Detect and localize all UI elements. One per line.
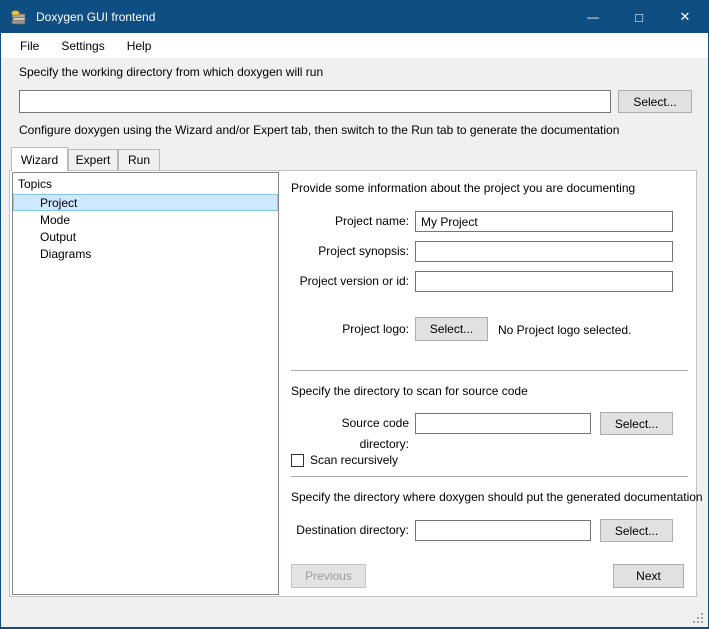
previous-button[interactable]: Previous (291, 564, 366, 588)
working-directory-input[interactable] (19, 90, 611, 113)
scan-recursively-checkbox[interactable] (291, 454, 304, 467)
resize-grip-icon[interactable] (692, 612, 704, 624)
topic-item-project[interactable]: Project (13, 194, 278, 211)
destination-directory-label: Destination directory: (291, 520, 409, 541)
working-directory-label: Specify the working directory from which… (19, 65, 323, 79)
configure-hint-label: Configure doxygen using the Wizard and/o… (19, 123, 619, 137)
scan-recursively-label: Scan recursively (310, 453, 398, 467)
project-synopsis-input[interactable] (415, 241, 673, 262)
working-directory-select-button[interactable]: Select... (618, 90, 692, 113)
tab-expert[interactable]: Expert (68, 149, 118, 170)
next-button[interactable]: Next (613, 564, 684, 588)
destination-directory-select-button[interactable]: Select... (600, 519, 673, 542)
separator (291, 476, 688, 477)
destination-directory-input[interactable] (415, 520, 591, 541)
tab-run[interactable]: Run (118, 149, 160, 170)
window-controls: — □ ✕ (570, 1, 708, 33)
project-version-label: Project version or id: (291, 271, 409, 292)
project-name-input[interactable] (415, 211, 673, 232)
project-logo-select-button[interactable]: Select... (415, 317, 488, 341)
project-intro-label: Provide some information about the proje… (291, 181, 635, 195)
topics-header: Topics (13, 173, 278, 194)
tab-wizard[interactable]: Wizard (11, 147, 68, 171)
close-icon[interactable]: ✕ (662, 1, 708, 33)
project-logo-label: Project logo: (291, 317, 409, 341)
menu-help[interactable]: Help (116, 35, 163, 57)
source-directory-input[interactable] (415, 413, 591, 434)
menu-settings[interactable]: Settings (50, 35, 115, 57)
doxygen-wizard-window: Doxygen GUI frontend — □ ✕ File Settings… (0, 0, 709, 629)
titlebar: Doxygen GUI frontend — □ ✕ (1, 1, 708, 33)
menu-file[interactable]: File (9, 35, 50, 57)
minimize-icon[interactable]: — (570, 1, 616, 33)
separator (291, 370, 688, 371)
source-section-heading: Specify the directory to scan for source… (291, 384, 528, 398)
topic-item-diagrams[interactable]: Diagrams (13, 245, 278, 262)
app-icon[interactable] (10, 9, 27, 26)
topic-item-output[interactable]: Output (13, 228, 278, 245)
topics-tree: Topics Project Mode Output Diagrams (12, 172, 279, 595)
topic-item-mode[interactable]: Mode (13, 211, 278, 228)
project-version-input[interactable] (415, 271, 673, 292)
maximize-icon[interactable]: □ (616, 1, 662, 33)
project-logo-status: No Project logo selected. (498, 323, 631, 337)
project-synopsis-label: Project synopsis: (291, 241, 409, 262)
menubar: File Settings Help (1, 33, 708, 58)
project-name-label: Project name: (291, 211, 409, 232)
window-title: Doxygen GUI frontend (36, 10, 155, 24)
source-directory-select-button[interactable]: Select... (600, 412, 673, 435)
scan-recursively-row: Scan recursively (291, 453, 398, 467)
source-directory-label: Source code directory: (291, 413, 409, 455)
destination-section-heading: Specify the directory where doxygen shou… (291, 490, 703, 504)
